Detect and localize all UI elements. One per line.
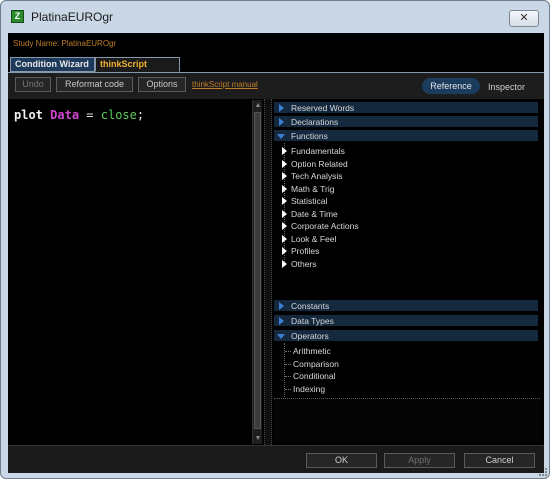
- tree-item-tech-analysis[interactable]: Tech Analysis: [274, 170, 538, 183]
- collapsed-triangle-icon: [282, 209, 287, 218]
- cancel-button[interactable]: Cancel: [464, 453, 535, 468]
- dialog-body: Study Name: PlatinaEUROgr Condition Wiza…: [8, 33, 544, 473]
- tree-item-conditional[interactable]: Conditional: [274, 370, 538, 383]
- ok-button[interactable]: OK: [306, 453, 377, 468]
- collapsed-triangle-icon: [282, 222, 287, 230]
- tree-item-fundamentals[interactable]: Fundamentals: [274, 145, 538, 158]
- code-function: close: [100, 108, 137, 122]
- collapsed-triangle-icon: [282, 197, 287, 205]
- tree-item-date-time[interactable]: Date & Time: [274, 208, 538, 221]
- tree-item-statistical[interactable]: Statistical: [274, 195, 538, 208]
- tree-node-data-types[interactable]: Data Types: [274, 314, 538, 327]
- tab-thinkscript-editor[interactable]: thinkScript Editor: [95, 57, 180, 82]
- tree-node-reserved-words[interactable]: Reserved Words: [274, 101, 538, 114]
- study-editor-window: Z PlatinaEUROgr ✕ Study Name: PlatinaEUR…: [0, 0, 550, 479]
- code-editor[interactable]: plot Data = close;: [8, 99, 252, 445]
- window-title: PlatinaEUROgr: [31, 10, 114, 24]
- tree-item-arithmetic[interactable]: Arithmetic: [274, 345, 538, 358]
- collapsed-triangle-icon: [279, 118, 284, 126]
- close-button[interactable]: ✕: [509, 10, 539, 27]
- collapsed-triangle-icon: [282, 147, 287, 155]
- tree-item-indexing[interactable]: Indexing: [274, 383, 538, 396]
- tab-condition-wizard[interactable]: Condition Wizard: [10, 57, 95, 72]
- tree-node-functions[interactable]: Functions: [274, 129, 538, 142]
- expanded-triangle-icon: [277, 334, 285, 339]
- tree-node-declarations[interactable]: Declarations: [274, 115, 538, 128]
- code-line: plot Data = close;: [14, 108, 144, 122]
- tab-reference[interactable]: Reference: [422, 78, 480, 94]
- app-icon: Z: [11, 10, 24, 23]
- collapsed-triangle-icon: [282, 184, 287, 193]
- title-bar[interactable]: Z PlatinaEUROgr ✕: [1, 1, 549, 32]
- undo-button[interactable]: Undo: [15, 77, 51, 92]
- collapsed-triangle-icon: [282, 234, 287, 243]
- editor-scrollbar[interactable]: ▲ ▼: [252, 100, 262, 444]
- collapsed-triangle-icon: [279, 317, 284, 325]
- collapsed-triangle-icon: [282, 247, 287, 255]
- collapsed-triangle-icon: [282, 159, 287, 168]
- options-button[interactable]: Options: [138, 77, 186, 92]
- tree-item-corporate-actions[interactable]: Corporate Actions: [274, 220, 538, 233]
- code-keyword: plot: [14, 108, 43, 122]
- reference-tree: Reserved Words Declarations Functions Fu…: [274, 100, 538, 419]
- collapsed-triangle-icon: [279, 302, 284, 310]
- reference-detail-panel: [274, 398, 540, 442]
- collapsed-triangle-icon: [282, 259, 287, 268]
- tree-node-constants[interactable]: Constants: [274, 299, 538, 312]
- panel-splitter[interactable]: [264, 99, 272, 445]
- scroll-down-icon[interactable]: ▼: [253, 434, 263, 443]
- tree-item-others[interactable]: Others: [274, 258, 538, 271]
- tree-branch-connector: [285, 351, 291, 352]
- tree-item-math-trig[interactable]: Math & Trig: [274, 183, 538, 196]
- thinkscript-manual-link[interactable]: thinkScript manual: [192, 80, 258, 89]
- study-name: Study Name: PlatinaEUROgr: [13, 39, 116, 48]
- tree-item-option-related[interactable]: Option Related: [274, 158, 538, 171]
- tree-branch-connector: [285, 376, 291, 377]
- tree-branch-connector: [285, 363, 291, 365]
- tree-item-comparison[interactable]: Comparison: [274, 358, 538, 371]
- tab-inspector[interactable]: Inspector: [488, 82, 525, 92]
- collapsed-triangle-icon: [279, 104, 284, 112]
- code-operator: =: [86, 108, 94, 122]
- resize-grip-icon[interactable]: [539, 468, 547, 476]
- tree-branch-connector: [285, 388, 291, 390]
- tree-node-operators[interactable]: Operators: [274, 329, 538, 342]
- collapsed-triangle-icon: [282, 172, 287, 180]
- scroll-thumb[interactable]: [254, 112, 261, 429]
- tree-item-look-feel[interactable]: Look & Feel: [274, 233, 538, 246]
- study-name-value: PlatinaEUROgr: [61, 39, 117, 48]
- reformat-code-button[interactable]: Reformat code: [56, 77, 133, 92]
- expanded-triangle-icon: [277, 134, 285, 139]
- code-variable: Data: [50, 108, 80, 122]
- apply-button[interactable]: Apply: [384, 453, 455, 468]
- code-terminator: ;: [136, 108, 145, 122]
- study-name-label: Study Name:: [13, 39, 60, 48]
- tree-item-profiles[interactable]: Profiles: [274, 245, 538, 258]
- scroll-up-icon[interactable]: ▲: [253, 101, 263, 110]
